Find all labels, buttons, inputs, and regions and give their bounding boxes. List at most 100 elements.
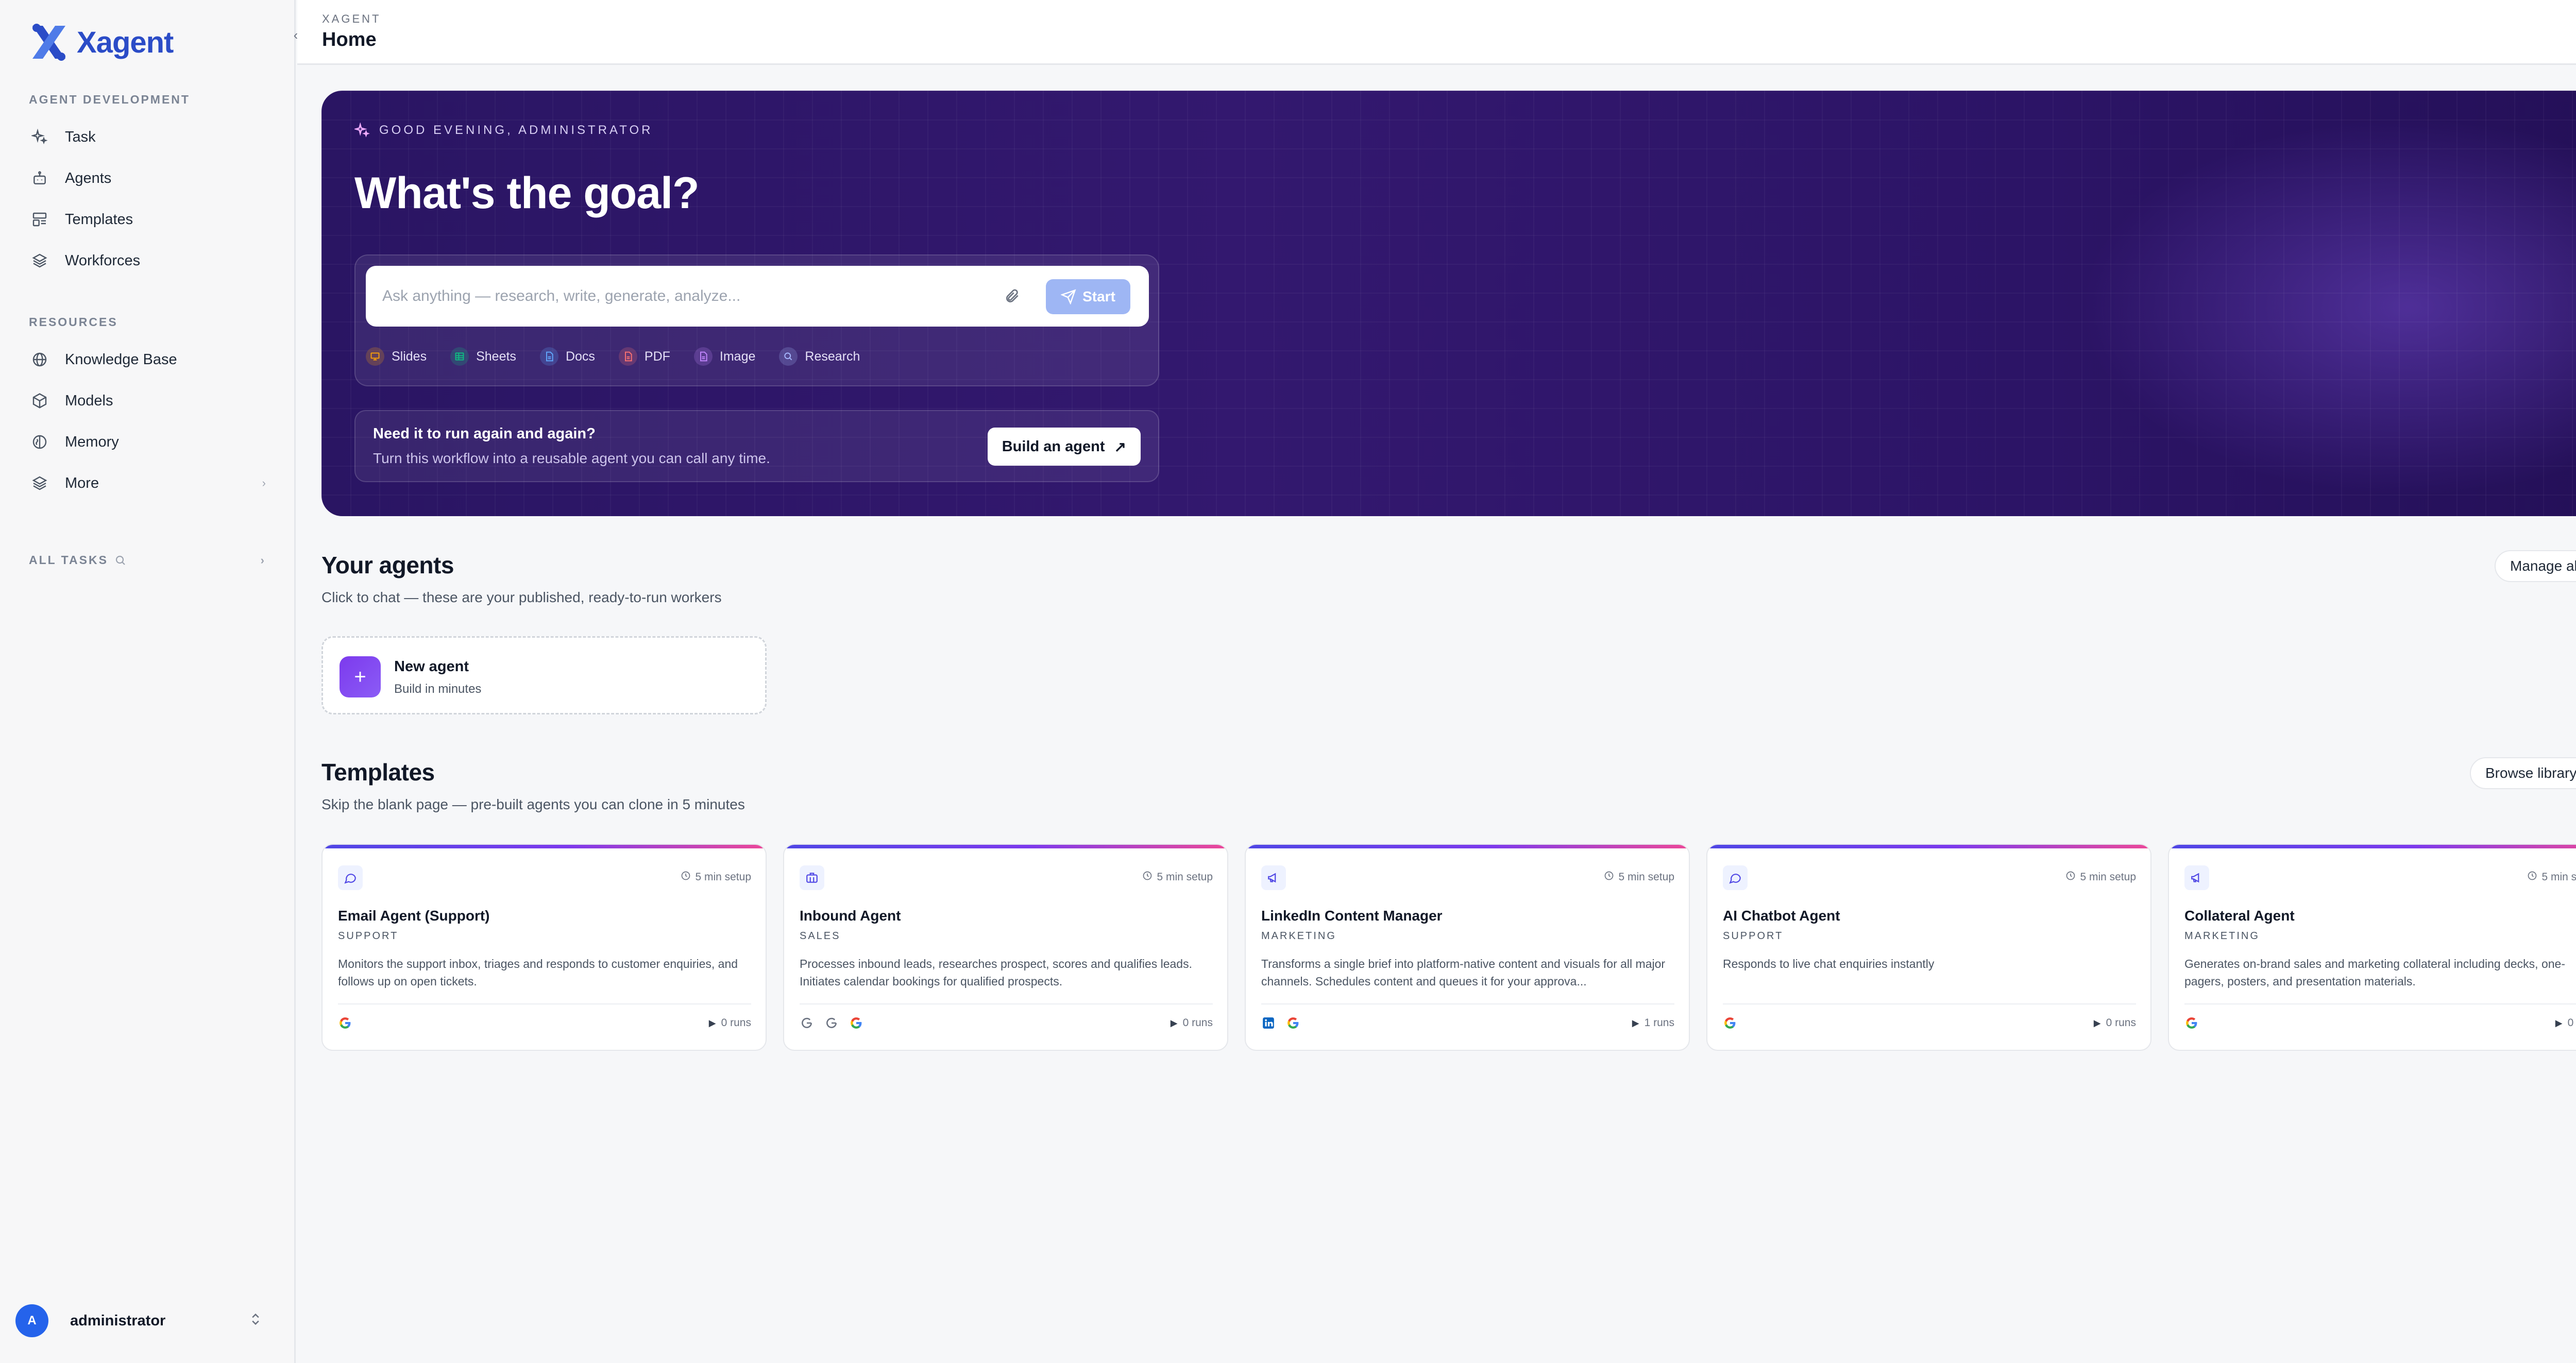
template-card-ai-chatbot-agent[interactable]: 5 min setup AI Chatbot Agent SUPPORT Res… [1706, 844, 2151, 1051]
card-title: LinkedIn Content Manager [1261, 908, 1443, 924]
template-card-inbound-agent[interactable]: 5 min setup Inbound Agent SALES Processe… [783, 844, 1228, 1051]
chip-label: Docs [565, 349, 595, 364]
all-tasks-label: ALL TASKS [29, 553, 108, 567]
chip-pdf[interactable]: PDF [618, 347, 670, 366]
sidebar-item-label: Memory [65, 433, 119, 450]
sidebar-item-workforces[interactable]: Workforces [29, 245, 266, 276]
chip-image[interactable]: Image [693, 347, 755, 366]
setup-time-label: 5 min setup [2541, 871, 2576, 883]
browse-library-button[interactable]: Browse library › [2470, 757, 2576, 789]
section-label-agent-development: AGENT DEVELOPMENT [29, 93, 190, 106]
browse-library-label: Browse library [2485, 765, 2576, 781]
sidebar-item-more[interactable]: More › [29, 468, 266, 499]
greeting: GOOD EVENING, ADMINISTRATOR [354, 123, 653, 138]
chip-slides[interactable]: Slides [366, 347, 427, 366]
logo[interactable]: Xagent [28, 22, 174, 63]
templates-title: Templates [321, 759, 435, 786]
image-icon [693, 347, 713, 366]
prompt-input[interactable] [382, 266, 975, 327]
google-icon [849, 1016, 863, 1030]
card-divider [1723, 1003, 2136, 1004]
sidebar-item-memory[interactable]: Memory [29, 427, 266, 457]
templates-subtitle: Skip the blank page — pre-built agents y… [321, 796, 745, 812]
google-icon [824, 1016, 839, 1030]
card-title: Collateral Agent [2184, 908, 2295, 924]
start-button[interactable]: Start [1046, 279, 1130, 314]
chip-label: Sheets [476, 349, 516, 364]
setup-time-label: 5 min setup [1618, 871, 1674, 883]
chip-sheets[interactable]: Sheets [450, 347, 516, 366]
sparkles-icon [29, 126, 50, 148]
user-menu[interactable]: A administrator [15, 1304, 263, 1337]
page-title: Home [322, 29, 377, 50]
setup-time-label: 5 min setup [1157, 871, 1213, 883]
briefcase-icon [800, 865, 824, 890]
logo-text: Xagent [77, 25, 174, 59]
hero-panel: GOOD EVENING, ADMINISTRATOR What's the g… [321, 91, 2576, 516]
user-name: administrator [70, 1312, 166, 1329]
card-category: SALES [800, 930, 841, 942]
globe-icon [29, 349, 50, 370]
sidebar-item-label: Agents [65, 169, 112, 186]
card-description: Generates on-brand sales and marketing c… [2184, 957, 2565, 988]
top-header: XAGENT Home [297, 0, 2576, 65]
card-accent-bar [784, 845, 1227, 848]
sidebar-item-label: Models [65, 392, 113, 409]
paperclip-icon[interactable] [1002, 285, 1023, 307]
clock-icon [681, 871, 691, 884]
card-description: Responds to live chat enquiries instantl… [1723, 957, 1935, 970]
card-category: SUPPORT [338, 930, 399, 942]
chip-label: Slides [392, 349, 427, 364]
run-count-label: 0 runs [1182, 1017, 1213, 1029]
brain-icon [29, 431, 50, 453]
all-tasks-toggle[interactable]: ALL TASKS › [29, 553, 266, 567]
template-card-collateral-agent[interactable]: 5 min setup Collateral Agent MARKETING G… [2168, 844, 2576, 1051]
sidebar-item-models[interactable]: Models [29, 385, 266, 416]
search-icon[interactable] [114, 554, 127, 567]
card-title: Email Agent (Support) [338, 908, 490, 924]
template-card-linkedin-content-manager[interactable]: 5 min setup LinkedIn Content Manager MAR… [1245, 844, 1690, 1051]
search-icon [779, 347, 798, 366]
sidebar-item-knowledge-base[interactable]: Knowledge Base [29, 344, 266, 375]
chevron-right-icon: › [260, 553, 266, 567]
sidebar-item-agents[interactable]: Agents [29, 163, 266, 194]
chip-research[interactable]: Research [779, 347, 860, 366]
card-tools [2184, 1016, 2209, 1030]
section-label-resources: RESOURCES [29, 315, 118, 329]
card-tools [1723, 1016, 1748, 1030]
new-agent-card[interactable]: + New agent Build in minutes [321, 636, 767, 714]
google-icon [338, 1016, 352, 1030]
send-icon [1061, 289, 1076, 304]
template-card-email-agent[interactable]: 5 min setup Email Agent (Support) SUPPOR… [321, 844, 767, 1051]
google-icon [800, 1016, 814, 1030]
play-icon: ▶ [708, 1017, 716, 1028]
run-count: ▶ 0 runs [709, 1017, 751, 1029]
breadcrumb: XAGENT [322, 12, 381, 25]
new-agent-subtitle: Build in minutes [394, 682, 482, 696]
play-icon: ▶ [1170, 1017, 1178, 1028]
hint-subtitle: Turn this workflow into a reusable agent… [373, 450, 770, 466]
card-divider [338, 1003, 751, 1004]
google-icon [1286, 1016, 1300, 1030]
chip-docs[interactable]: Docs [539, 347, 595, 366]
bot-icon [29, 167, 50, 189]
run-count: ▶ 0 runs [2094, 1017, 2136, 1029]
manage-all-button[interactable]: Manage all › [2495, 550, 2576, 582]
sidebar-item-templates[interactable]: Templates [29, 204, 266, 235]
card-title: Inbound Agent [800, 908, 901, 924]
card-description: Monitors the support inbox, triages and … [338, 957, 738, 988]
hint-title: Need it to run again and again? [373, 425, 596, 442]
run-count: ▶ 0 runs [1171, 1017, 1213, 1029]
layers-icon [29, 472, 50, 494]
manage-all-label: Manage all [2510, 558, 2576, 574]
sidebar-item-task[interactable]: Task [29, 122, 266, 152]
megaphone-icon [1261, 865, 1286, 890]
card-description: Transforms a single brief into platform-… [1261, 957, 1666, 988]
card-accent-bar [1707, 845, 2150, 848]
setup-time: 5 min setup [681, 871, 751, 884]
setup-time: 5 min setup [1142, 871, 1213, 884]
card-divider [800, 1003, 1213, 1004]
pdf-icon [618, 347, 637, 366]
build-agent-button[interactable]: Build an agent ↗ [987, 428, 1141, 466]
prompt-composer: Start Slides Sheets Docs [354, 254, 1159, 386]
